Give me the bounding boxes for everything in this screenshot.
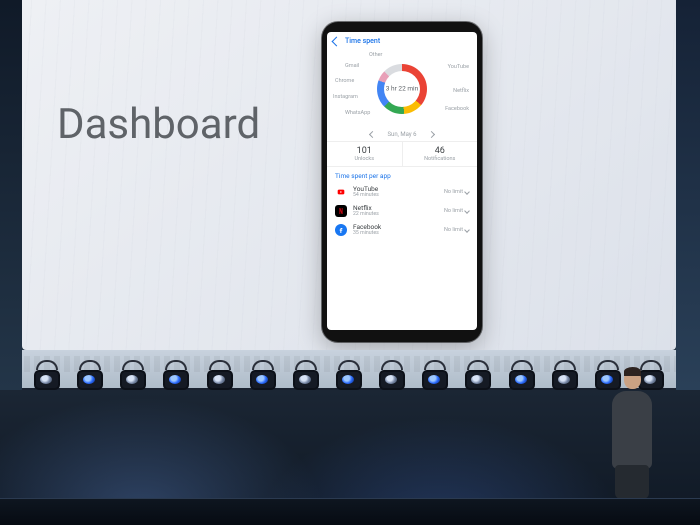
phone-screen: Time spent 3 hr 22 min YouTube Netflix F… (327, 32, 477, 330)
slide-title: Dashboard (57, 100, 260, 149)
app-subtitle: 22 minutes (353, 212, 438, 218)
stat-unlocks-label: Unlocks (329, 156, 400, 162)
lighting-truss (22, 350, 676, 390)
stage-light (505, 360, 539, 388)
app-limit[interactable]: No limit (444, 189, 469, 195)
segment-label-instagram: Instagram (333, 94, 358, 100)
segment-label-gmail: Gmail (345, 63, 359, 69)
segment-label-youtube: YouTube (448, 64, 469, 70)
phone-mockup: Time spent 3 hr 22 min YouTube Netflix F… (322, 22, 482, 342)
stat-unlocks[interactable]: 101 Unlocks (327, 142, 402, 166)
app-row-facebook[interactable]: Facebook 35 minutes No limit (327, 221, 477, 240)
chevron-down-icon (464, 190, 470, 196)
stage-light (332, 360, 366, 388)
stage-light (418, 360, 452, 388)
stats-row: 101 Unlocks 46 Notifications (327, 141, 477, 166)
stage-light (73, 360, 107, 388)
stage-light (289, 360, 323, 388)
next-day-icon[interactable] (427, 131, 434, 138)
netflix-icon (335, 205, 347, 217)
youtube-icon (335, 186, 347, 198)
stage-light (548, 360, 582, 388)
app-subtitle: 35 minutes (353, 231, 438, 237)
stat-notifications-value: 46 (405, 146, 476, 156)
presenter (604, 367, 660, 497)
stage-light (461, 360, 495, 388)
stage-wall-right (676, 0, 700, 390)
app-subtitle: 54 minutes (353, 193, 438, 199)
stage-light (246, 360, 280, 388)
stat-unlocks-value: 101 (329, 146, 400, 156)
donut-chart: 3 hr 22 min YouTube Netflix Facebook Wha… (327, 48, 477, 130)
app-limit[interactable]: No limit (444, 227, 469, 233)
stage-wall-left (0, 0, 22, 390)
segment-label-whatsapp: WhatsApp (345, 110, 370, 116)
app-row-youtube[interactable]: YouTube 54 minutes No limit (327, 183, 477, 202)
date-label: Sun, May 6 (387, 131, 416, 138)
prev-day-icon[interactable] (369, 131, 376, 138)
stage-light (375, 360, 409, 388)
chevron-down-icon (464, 227, 470, 233)
stage-light (159, 360, 193, 388)
back-icon[interactable] (332, 36, 342, 46)
stage-light (116, 360, 150, 388)
segment-label-facebook: Facebook (445, 106, 469, 112)
segment-label-other: Other (369, 52, 382, 58)
stage-light (30, 360, 64, 388)
stat-notifications-label: Notifications (405, 156, 476, 162)
stage-light (203, 360, 237, 388)
section-header: Time spent per app (327, 166, 477, 183)
facebook-icon (335, 224, 347, 236)
donut-center-text: 3 hr 22 min (386, 85, 418, 92)
app-limit[interactable]: No limit (444, 208, 469, 214)
stage-floor (0, 498, 700, 525)
chevron-down-icon (464, 208, 470, 214)
segment-label-netflix: Netflix (453, 88, 469, 94)
appbar-title: Time spent (345, 37, 380, 45)
date-nav: Sun, May 6 (327, 130, 477, 141)
appbar: Time spent (327, 32, 477, 48)
presentation-screen: Dashboard Time spent 3 hr 22 min YouTube… (22, 0, 676, 350)
segment-label-chrome: Chrome (335, 78, 354, 84)
app-row-netflix[interactable]: Netflix 22 minutes No limit (327, 202, 477, 221)
stat-notifications[interactable]: 46 Notifications (402, 142, 478, 166)
